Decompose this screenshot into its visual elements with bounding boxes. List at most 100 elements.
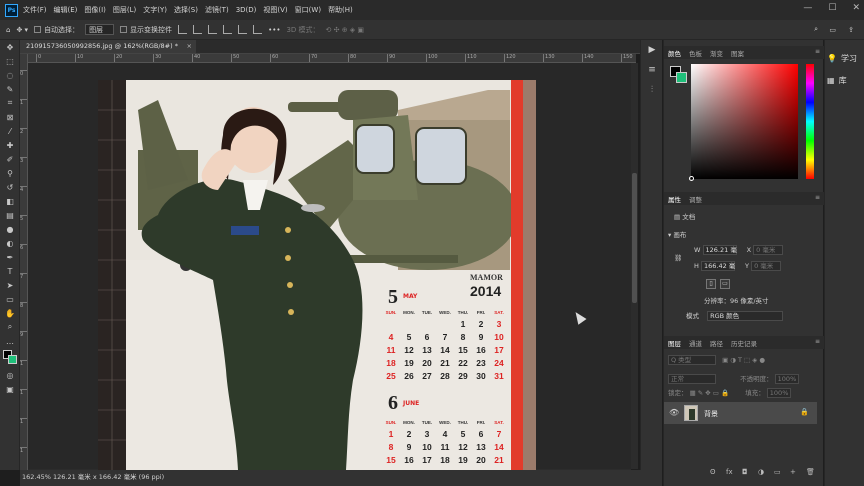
orientation-portrait-icon[interactable]: ▯	[706, 279, 716, 289]
tab-properties[interactable]: 属性	[668, 194, 681, 204]
minimize-button[interactable]: —	[803, 3, 812, 13]
background-swatch[interactable]	[676, 72, 687, 83]
quick-select-tool-icon[interactable]: ✎	[0, 82, 20, 96]
y-field[interactable]: 0 毫米	[751, 261, 782, 271]
color-swatches[interactable]	[0, 348, 20, 368]
new-layer-icon[interactable]: +	[790, 468, 796, 476]
scrollbar-thumb[interactable]	[632, 173, 637, 303]
tab-patterns[interactable]: 图案	[731, 48, 744, 58]
fx-icon[interactable]: fx	[726, 468, 733, 476]
eye-icon[interactable]: 👁	[669, 408, 679, 417]
align-bottom-icon[interactable]	[253, 25, 263, 34]
link-icon[interactable]: ⛓	[674, 254, 682, 262]
gradient-tool-icon[interactable]: ▤	[0, 208, 20, 222]
mode-dropdown[interactable]: RGB 颜色	[707, 311, 784, 321]
screen-mode-icon[interactable]: ▣	[0, 382, 20, 396]
workspace-icon[interactable]: ▭	[829, 26, 836, 34]
zoom-tool-icon[interactable]: ⌕	[0, 320, 20, 334]
eyedropper-tool-icon[interactable]: ⁄	[0, 124, 20, 138]
marquee-tool-icon[interactable]: ⬚	[0, 54, 20, 68]
more-options-button[interactable]: •••	[268, 26, 280, 34]
path-select-tool-icon[interactable]: ➤	[0, 278, 20, 292]
tab-history[interactable]: 历史记录	[731, 338, 757, 348]
tab-gradients[interactable]: 渐变	[710, 48, 723, 58]
link-layers-icon[interactable]: ʘ	[710, 468, 716, 476]
3d-rotate-icon[interactable]: ⟲ ✣ ⊕ ◈ ▣	[326, 26, 365, 34]
filter-icons[interactable]: ▣ ◑ T ⬚ ◈ ●	[722, 356, 765, 364]
tab-layers[interactable]: 图层	[668, 338, 681, 348]
panel-menu-icon[interactable]: ≡	[815, 48, 820, 55]
history-brush-tool-icon[interactable]: ↺	[0, 180, 20, 194]
opacity-field[interactable]: 100%	[774, 374, 799, 384]
auto-select-dropdown[interactable]: 图层	[85, 24, 115, 35]
document-image[interactable]: MAMOR 2014 5 MAY SUN. MON. TUE. WED. THU. FRI…	[98, 80, 536, 470]
panel-menu-icon[interactable]: ≡	[815, 194, 820, 201]
menu-edit[interactable]: 编辑(E)	[54, 5, 78, 15]
shape-tool-icon[interactable]: ▭	[0, 292, 20, 306]
crop-tool-icon[interactable]: ⌗	[0, 96, 20, 110]
learn-button[interactable]: 💡 学习	[827, 50, 863, 66]
menu-window[interactable]: 窗口(W)	[295, 5, 321, 15]
show-transform-checkbox[interactable]: 显示变换控件	[120, 25, 172, 35]
vertical-scrollbar[interactable]	[631, 63, 638, 469]
libraries-button[interactable]: ▦ 库	[827, 72, 863, 88]
pen-tool-icon[interactable]: ✒	[0, 250, 20, 264]
sliders-icon[interactable]: ⫶	[641, 80, 663, 100]
brush-tool-icon[interactable]: ✐	[0, 152, 20, 166]
align-middle-icon[interactable]	[238, 25, 248, 34]
mask-icon[interactable]: ◘	[742, 468, 748, 476]
orientation-landscape-icon[interactable]: ▭	[720, 279, 730, 289]
tab-adjustments[interactable]: 调整	[689, 194, 702, 204]
width-field[interactable]: 126.21 毫	[702, 245, 737, 255]
document-tab[interactable]: 210915736050992856.jpg @ 162%(RGB/8#) * …	[20, 40, 196, 53]
menu-file[interactable]: 文件(F)	[23, 5, 47, 15]
menu-help[interactable]: 帮助(H)	[328, 5, 353, 15]
quick-mask-icon[interactable]: ◎	[0, 368, 20, 382]
canvas-section[interactable]: ▾ 画布	[668, 229, 686, 239]
menu-view[interactable]: 视图(V)	[263, 5, 287, 15]
move-tool-icon[interactable]: ✥ ▾	[16, 26, 28, 34]
adjustment-layer-icon[interactable]: ◑	[758, 468, 764, 476]
adjust-icon[interactable]: ≡	[641, 60, 663, 80]
align-center-icon[interactable]	[193, 25, 203, 34]
menu-layer[interactable]: 图层(L)	[113, 5, 136, 15]
maximize-button[interactable]: ☐	[828, 3, 836, 13]
menu-filter[interactable]: 滤镜(T)	[205, 5, 229, 15]
fill-field[interactable]: 100%	[766, 388, 791, 398]
trash-icon[interactable]: 🗑	[806, 468, 815, 476]
background-color-swatch[interactable]	[8, 355, 17, 364]
status-menu-arrow[interactable]: >	[130, 470, 135, 484]
close-button[interactable]: ✕	[852, 3, 860, 13]
layer-filter-dropdown[interactable]: Q 类型	[668, 355, 716, 365]
align-left-icon[interactable]	[178, 25, 188, 34]
stamp-tool-icon[interactable]: ⚲	[0, 166, 20, 180]
tab-swatches[interactable]: 色板	[689, 48, 702, 58]
lasso-tool-icon[interactable]: ◌	[0, 68, 20, 82]
menu-3d[interactable]: 3D(D)	[236, 6, 257, 14]
menu-type[interactable]: 文字(Y)	[143, 5, 167, 15]
color-swatch-pair[interactable]	[670, 66, 687, 83]
color-cursor[interactable]	[689, 176, 694, 181]
tab-paths[interactable]: 路径	[710, 338, 723, 348]
frame-tool-icon[interactable]: ⊠	[0, 110, 20, 124]
blend-mode-dropdown[interactable]: 正常	[668, 374, 716, 384]
color-field[interactable]	[689, 64, 798, 181]
x-field[interactable]: 0 毫米	[753, 245, 784, 255]
share-icon[interactable]: ⇪	[848, 26, 854, 34]
eraser-tool-icon[interactable]: ◧	[0, 194, 20, 208]
zoom-level[interactable]: 162.45%	[22, 473, 51, 481]
height-field[interactable]: 166.42 毫	[700, 261, 735, 271]
align-top-icon[interactable]	[223, 25, 233, 34]
tab-color[interactable]: 颜色	[668, 48, 681, 58]
auto-select-checkbox[interactable]: 自动选择：	[34, 25, 79, 35]
tab-channels[interactable]: 通道	[689, 338, 702, 348]
group-icon[interactable]: ▭	[774, 468, 781, 476]
search-icon[interactable]: ⌕	[814, 25, 818, 34]
more-tools-icon[interactable]: …	[0, 334, 20, 348]
type-tool-icon[interactable]: T	[0, 264, 20, 278]
panel-menu-icon[interactable]: ≡	[815, 338, 820, 345]
blur-tool-icon[interactable]: ●	[0, 222, 20, 236]
hue-slider[interactable]	[806, 64, 814, 179]
menu-image[interactable]: 图像(I)	[84, 5, 106, 15]
dodge-tool-icon[interactable]: ◐	[0, 236, 20, 250]
